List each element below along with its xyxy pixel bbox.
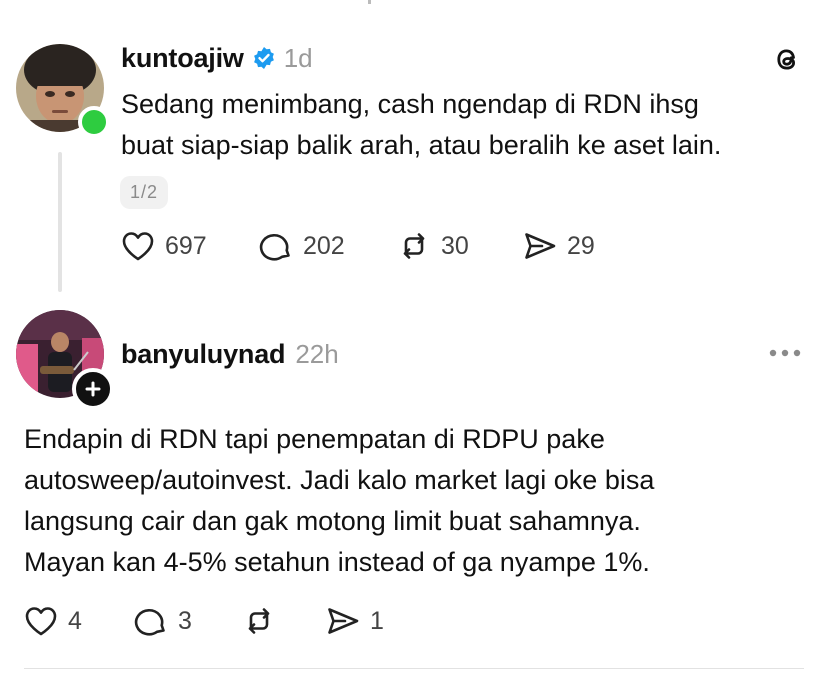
post2-like-count: 4 bbox=[68, 606, 82, 635]
post1-reply-button[interactable]: 202 bbox=[259, 230, 345, 262]
post2-text: Endapin di RDN tapi penempatan di RDPU p… bbox=[24, 419, 814, 583]
post2-text-line3: langsung cair dan gak motong limit buat … bbox=[24, 506, 641, 536]
repost-icon bbox=[242, 605, 276, 637]
post1-text-line1: Sedang menimbang, cash ngendap di RDN ih… bbox=[121, 89, 699, 119]
post1-username[interactable]: kuntoajiw bbox=[121, 43, 244, 74]
threads-logo-icon[interactable] bbox=[770, 42, 804, 76]
post2-reply-count: 3 bbox=[178, 606, 192, 635]
more-icon[interactable] bbox=[768, 346, 802, 358]
heart-icon bbox=[24, 605, 58, 637]
post2-reply-button[interactable]: 3 bbox=[134, 605, 192, 637]
top-edge-mark bbox=[368, 0, 371, 4]
comment-icon bbox=[259, 230, 293, 262]
post2-share-count: 1 bbox=[370, 606, 384, 635]
post2-share-button[interactable]: 1 bbox=[326, 605, 384, 637]
post1-text-line2: buat siap-siap balik arah, atau beralih … bbox=[121, 130, 722, 160]
comment-icon bbox=[134, 605, 168, 637]
post1-pager-badge: 1/2 bbox=[120, 176, 169, 209]
post1-share-count: 29 bbox=[567, 231, 595, 260]
post2-like-button[interactable]: 4 bbox=[24, 605, 82, 637]
post1-share-button[interactable]: 29 bbox=[523, 230, 595, 262]
share-icon bbox=[326, 605, 360, 637]
post1-text: Sedang menimbang, cash ngendap di RDN ih… bbox=[121, 84, 811, 166]
verified-icon bbox=[252, 46, 276, 70]
post2-repost-button[interactable] bbox=[242, 605, 276, 637]
follow-plus-icon[interactable] bbox=[72, 368, 114, 410]
post1-repost-count: 30 bbox=[441, 231, 469, 260]
post2-header: banyuluynad 22h bbox=[121, 336, 339, 372]
post1-repost-button[interactable]: 30 bbox=[397, 230, 469, 262]
post1-like-button[interactable]: 697 bbox=[121, 230, 207, 262]
post2-text-line1: Endapin di RDN tapi penempatan di RDPU p… bbox=[24, 424, 605, 454]
thread-connector-line bbox=[58, 152, 62, 292]
repost-icon bbox=[397, 230, 431, 262]
post1-reply-count: 202 bbox=[303, 231, 345, 260]
bottom-divider bbox=[24, 668, 804, 669]
post1-like-count: 697 bbox=[165, 231, 207, 260]
post2-text-line2: autosweep/autoinvest. Jadi kalo market l… bbox=[24, 465, 655, 495]
post2-text-line4: Mayan kan 4-5% setahun instead of ga nya… bbox=[24, 547, 650, 577]
post1-time: 1d bbox=[283, 42, 313, 73]
post1-header: kuntoajiw 1d bbox=[121, 40, 313, 76]
heart-icon bbox=[121, 230, 155, 262]
online-status-dot bbox=[78, 106, 110, 138]
share-icon bbox=[523, 230, 557, 262]
post2-username[interactable]: banyuluynad bbox=[121, 339, 286, 370]
post2-time: 22h bbox=[295, 338, 339, 369]
